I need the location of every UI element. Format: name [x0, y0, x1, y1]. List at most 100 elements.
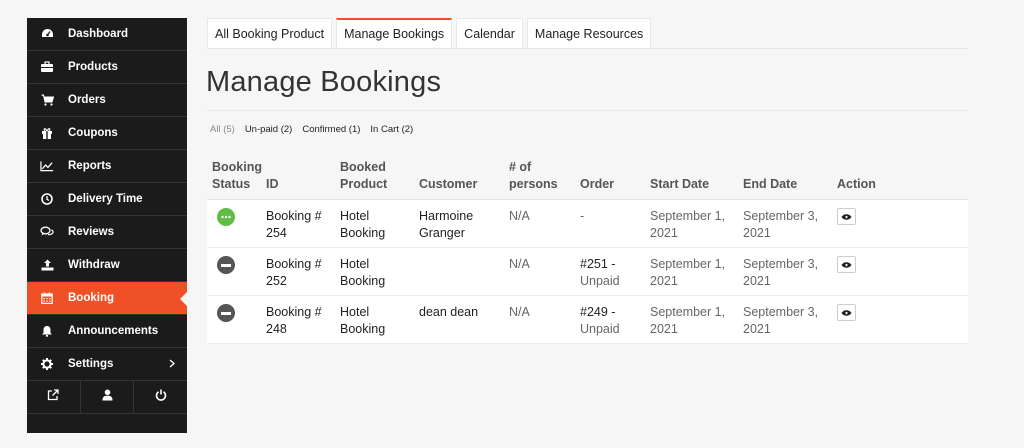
bell-icon	[40, 324, 54, 338]
sidebar-item-label: Announcements	[68, 325, 159, 337]
sidebar-item-delivery-time[interactable]: Delivery Time	[27, 183, 187, 216]
cancelled-status-icon	[217, 304, 235, 322]
sidebar-item-booking[interactable]: Booking	[27, 282, 188, 315]
external-link-icon	[47, 388, 59, 406]
sidebar-item-orders[interactable]: Orders	[27, 84, 187, 117]
eye-icon	[841, 256, 852, 273]
status-cell	[207, 248, 266, 295]
user-icon	[102, 388, 113, 406]
filter-in-cart[interactable]: In Cart (2)	[370, 124, 413, 135]
order-cell: -	[580, 209, 585, 223]
tab-all-booking-product[interactable]: All Booking Product	[207, 18, 333, 48]
sidebar-item-coupons[interactable]: Coupons	[27, 117, 187, 150]
sidebar-item-label: Settings	[68, 358, 114, 370]
tab-manage-bookings[interactable]: Manage Bookings	[336, 18, 453, 48]
upload-icon	[40, 258, 54, 272]
sidebar-item-products[interactable]: Products	[27, 51, 187, 84]
start-date-cell: September 1, 2021	[650, 257, 726, 288]
status-cell	[207, 296, 266, 343]
customer-cell: Harmoine Granger	[419, 209, 474, 240]
sidebar-item-label: Reports	[68, 160, 112, 172]
calendar-icon	[40, 291, 54, 305]
action-cell	[837, 296, 897, 343]
sidebar-item-announcements[interactable]: Announcements	[27, 315, 187, 348]
chevron-right-icon	[169, 359, 175, 371]
sidebar-item-reviews[interactable]: Reviews	[27, 216, 187, 249]
header-customer: Customer	[419, 177, 478, 191]
booking-tabs: All Booking Product Manage Bookings Cale…	[207, 18, 968, 49]
sidebar-footer	[27, 381, 187, 414]
table-row: Booking # 252 Hotel Booking N/A #251 - U…	[207, 248, 968, 296]
start-date-cell: September 1, 2021	[650, 305, 726, 336]
filter-confirmed[interactable]: Confirmed (1)	[302, 124, 360, 135]
logout-button[interactable]	[134, 381, 187, 413]
gift-icon	[40, 126, 54, 140]
cancelled-status-icon	[217, 256, 235, 274]
customer-cell	[419, 248, 509, 295]
product-cell[interactable]: Hotel Booking	[340, 296, 419, 343]
header-end-date: End Date	[743, 177, 798, 191]
sidebar-item-withdraw[interactable]: Withdraw	[27, 249, 187, 282]
divider	[207, 110, 968, 111]
sidebar-item-dashboard[interactable]: Dashboard	[27, 18, 187, 51]
visit-store-button[interactable]	[27, 381, 81, 413]
dashboard-icon	[40, 27, 54, 41]
tab-manage-resources[interactable]: Manage Resources	[526, 18, 652, 48]
sidebar-item-label: Reviews	[68, 226, 115, 238]
product-cell[interactable]: Hotel Booking	[340, 248, 419, 295]
sidebar-item-label: Booking	[68, 292, 114, 304]
comments-icon	[40, 225, 54, 239]
sidebar-item-label: Withdraw	[68, 259, 120, 271]
tab-calendar[interactable]: Calendar	[456, 18, 523, 48]
eye-icon	[841, 208, 852, 225]
view-booking-button[interactable]	[837, 256, 856, 273]
briefcase-icon	[40, 60, 54, 74]
gear-icon	[40, 357, 54, 371]
end-date-cell: September 3, 2021	[743, 305, 819, 336]
sidebar-item-label: Coupons	[68, 127, 118, 139]
sidebar-item-label: Orders	[68, 94, 106, 106]
sidebar-item-label: Delivery Time	[68, 193, 143, 205]
header-start-date: Start Date	[650, 177, 710, 191]
header-booked-product: Booked Product	[340, 160, 388, 191]
status-cell	[207, 200, 266, 247]
header-booking-status: Booking Status	[212, 160, 262, 191]
view-booking-button[interactable]	[837, 304, 856, 321]
sidebar-item-settings[interactable]: Settings	[27, 348, 187, 381]
header-persons: # of persons	[509, 160, 558, 191]
end-date-cell: September 3, 2021	[743, 209, 819, 240]
table-row: Booking # 248 Hotel Booking dean dean N/…	[207, 296, 968, 344]
chart-icon	[40, 159, 54, 173]
persons-cell: N/A	[509, 305, 530, 319]
power-icon	[155, 388, 167, 406]
header-id: ID	[266, 177, 279, 191]
booking-id-cell[interactable]: Booking # 254	[266, 200, 340, 247]
header-action: Action	[837, 177, 876, 191]
sidebar-item-label: Dashboard	[68, 28, 129, 40]
booking-id-cell[interactable]: Booking # 248	[266, 296, 340, 343]
persons-cell: N/A	[509, 209, 530, 223]
sidebar-item-label: Products	[68, 61, 118, 73]
start-date-cell: September 1, 2021	[650, 209, 726, 240]
sidebar: Dashboard Products Orders Coupons Report…	[27, 18, 188, 433]
action-cell	[837, 248, 897, 295]
status-filters: All (5) Un-paid (2) Confirmed (1) In Car…	[210, 124, 413, 135]
persons-cell: N/A	[509, 257, 530, 271]
table-header: Booking Status ID Booked Product Custome…	[207, 152, 968, 200]
filter-all[interactable]: All (5)	[210, 124, 235, 135]
sidebar-item-reports[interactable]: Reports	[27, 150, 187, 183]
product-cell[interactable]: Hotel Booking	[340, 200, 419, 247]
order-cell[interactable]: #249 - Unpaid	[580, 296, 650, 343]
table-row: Booking # 254 Hotel Booking Harmoine Gra…	[207, 200, 968, 248]
eye-icon	[841, 304, 852, 321]
profile-button[interactable]	[81, 381, 135, 413]
view-booking-button[interactable]	[837, 208, 856, 225]
unpaid-status-icon	[217, 208, 235, 226]
filter-unpaid[interactable]: Un-paid (2)	[245, 124, 293, 135]
cart-icon	[40, 93, 54, 107]
customer-cell: dean dean	[419, 305, 479, 319]
header-order: Order	[580, 177, 615, 191]
order-cell[interactable]: #251 - Unpaid	[580, 248, 650, 295]
page-title: Manage Bookings	[206, 66, 442, 98]
booking-id-cell[interactable]: Booking # 252	[266, 248, 340, 295]
